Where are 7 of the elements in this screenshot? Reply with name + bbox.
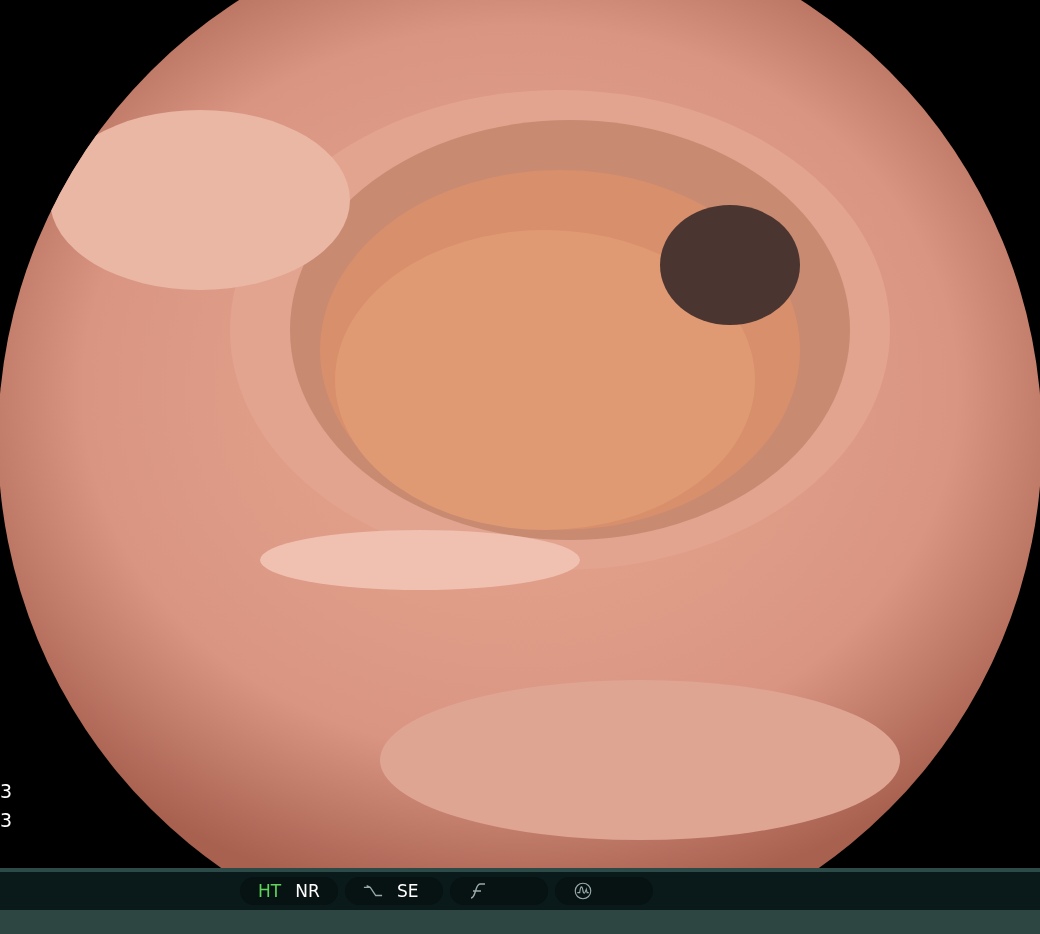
curve-icon <box>468 882 488 900</box>
mode-label: NR <box>295 881 320 901</box>
readout-text: 3 <box>0 809 13 831</box>
mode-label: SE <box>397 881 419 901</box>
readout-text: 3 <box>0 780 13 802</box>
wave-icon <box>573 882 593 900</box>
mode-label: HT <box>258 881 282 901</box>
